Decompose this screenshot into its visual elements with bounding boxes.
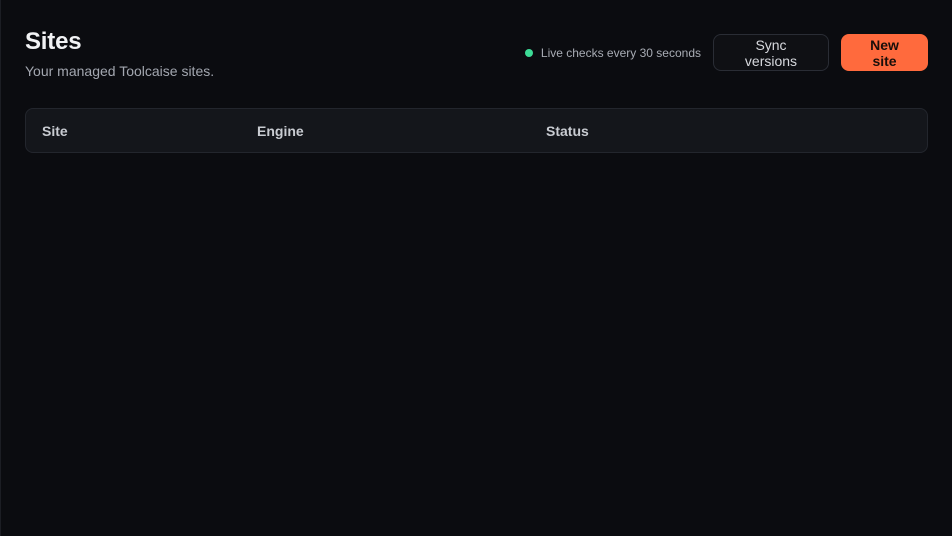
page-header: Sites Your managed Toolcaise sites. Live… [25, 0, 928, 80]
header-actions: Live checks every 30 seconds Sync versio… [524, 34, 928, 71]
title-block: Sites Your managed Toolcaise sites. [25, 28, 214, 80]
left-border [0, 0, 1, 536]
sites-page: Sites Your managed Toolcaise sites. Live… [0, 0, 952, 536]
column-header-status[interactable]: Status [546, 123, 589, 139]
column-header-site[interactable]: Site [26, 123, 257, 139]
sites-table-header: Site Engine Status [25, 108, 928, 153]
live-checks-indicator: Live checks every 30 seconds [524, 45, 701, 60]
column-header-engine[interactable]: Engine [257, 123, 546, 139]
live-checks-label: Live checks every 30 seconds [540, 45, 701, 60]
page-subtitle: Your managed Toolcaise sites. [25, 63, 215, 79]
page-title: Sites [25, 28, 82, 55]
new-site-button[interactable]: New site [841, 34, 928, 71]
live-status-dot-icon [524, 48, 533, 57]
sync-versions-button[interactable]: Sync versions [713, 34, 829, 71]
